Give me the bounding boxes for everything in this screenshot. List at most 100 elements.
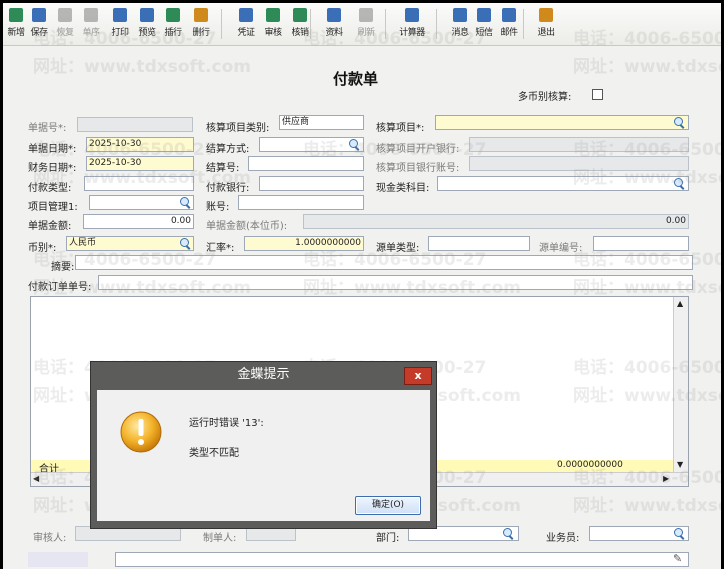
toolbar-button-label: 消息 <box>451 28 469 38</box>
toolbar-button-label: 打印 <box>111 28 129 38</box>
dept-label: 部门: <box>376 533 400 544</box>
source-no-label: 源单编号: <box>539 243 583 254</box>
summary-label: 摘要: <box>51 262 75 273</box>
toolbar-button-2[interactable]: 恢复 <box>52 6 78 42</box>
pay-bank-field[interactable] <box>259 176 364 191</box>
sms-icon <box>477 8 491 22</box>
dept-lookup-icon[interactable] <box>502 528 514 539</box>
toolbar-button-8[interactable]: 凭证 <box>233 6 259 42</box>
salesman-label: 业务员: <box>546 533 580 544</box>
acct-bank-field[interactable] <box>469 137 689 152</box>
toolbar-button-6[interactable]: 插行 <box>160 6 186 42</box>
vertical-scrollbar[interactable]: ▲ ▼ <box>673 297 688 472</box>
maker-label: 制单人: <box>203 533 237 544</box>
local-amount-field[interactable]: 0.00 <box>303 214 689 229</box>
page-title: 付款单 <box>333 70 379 88</box>
project-lookup-icon[interactable] <box>179 197 191 208</box>
edit-pencil-icon[interactable]: ✎ <box>673 552 682 565</box>
toolbar-button-13[interactable]: 计算器 <box>399 6 425 42</box>
source-type-field[interactable] <box>428 236 530 251</box>
dialog-close-button[interactable]: x <box>404 367 432 385</box>
exit-icon <box>539 8 553 22</box>
scroll-right-icon[interactable]: ▶ <box>663 474 669 484</box>
toolbar-separator <box>523 9 524 39</box>
pay-type-field[interactable] <box>84 176 194 191</box>
salesman-lookup-icon[interactable] <box>673 528 685 539</box>
save-icon <box>32 8 46 22</box>
acct-item-lookup-icon[interactable] <box>673 117 685 128</box>
memo-field[interactable] <box>115 552 689 567</box>
acct-cat-label: 核算项目类别: <box>206 123 270 134</box>
amount-label: 单据金额: <box>28 221 72 232</box>
doc-no-field[interactable] <box>77 117 193 132</box>
scroll-left-icon[interactable]: ◀ <box>33 474 39 484</box>
toolbar-separator <box>385 9 386 39</box>
toolbar-button-5[interactable]: 预览 <box>134 6 160 42</box>
toolbar-button-label: 资料 <box>325 28 343 38</box>
toolbar-button-17[interactable]: 退出 <box>533 6 559 42</box>
cash-subject-lookup-icon[interactable] <box>673 178 685 189</box>
order-no-field[interactable] <box>98 275 693 290</box>
scroll-down-icon[interactable]: ▼ <box>677 460 683 470</box>
scroll-up-icon[interactable]: ▲ <box>677 299 683 309</box>
currency-lookup-icon[interactable] <box>179 238 191 249</box>
settle-no-label: 结算号: <box>206 163 240 174</box>
toolbar-button-label: 插行 <box>164 28 182 38</box>
toolbar-button-12[interactable]: 刷新 <box>353 6 379 42</box>
toolbar-button-label: 预览 <box>138 28 156 38</box>
dialog-message: 运行时错误 '13': <box>189 418 264 429</box>
doc-no-label: 单据号*: <box>28 123 67 134</box>
dialog-detail: 类型不匹配 <box>189 448 239 459</box>
order-no-label: 付款订单单号: <box>28 282 92 293</box>
fin-date-field[interactable]: 2025-10-30 <box>86 156 194 171</box>
acct-cat-field[interactable]: 供应商 <box>279 115 364 130</box>
source-type-label: 源单类型: <box>376 243 420 254</box>
acct-bank-no-field[interactable] <box>469 156 689 171</box>
account-field[interactable] <box>238 195 364 210</box>
pay-type-label: 付款类型: <box>28 183 72 194</box>
toolbar-button-3[interactable]: 单序 <box>78 6 104 42</box>
delete-row-icon <box>194 8 208 22</box>
warning-icon <box>120 411 162 453</box>
amount-field[interactable]: 0.00 <box>83 214 194 229</box>
currency-label: 币别*: <box>28 243 57 254</box>
toolbar-separator <box>310 9 311 39</box>
toolbar-button-15[interactable]: 短信 <box>471 6 497 42</box>
toolbar-button-4[interactable]: 打印 <box>107 6 133 42</box>
auditor-label: 审核人: <box>33 533 67 544</box>
toolbar-button-label: 刷新 <box>357 28 375 38</box>
toolbar-button-label: 邮件 <box>500 28 518 38</box>
toolbar-button-7[interactable]: 删行 <box>188 6 214 42</box>
source-no-field[interactable] <box>593 236 689 251</box>
toolbar-button-1[interactable]: 保存 <box>26 6 52 42</box>
undo-icon <box>58 8 72 22</box>
toolbar-button-11[interactable]: 资料 <box>321 6 347 42</box>
toolbar-button-label: 计算器 <box>399 28 425 38</box>
cash-subject-field[interactable] <box>437 176 689 191</box>
watermark-site: 网址：www.tdxsoft.com <box>573 496 721 516</box>
currency-field[interactable]: 人民币 <box>66 236 194 251</box>
toolbar-button-9[interactable]: 审核 <box>260 6 286 42</box>
toolbar-button-16[interactable]: 邮件 <box>496 6 522 42</box>
summary-field[interactable] <box>75 255 693 270</box>
status-block <box>28 552 88 567</box>
account-label: 账号: <box>206 202 230 213</box>
dialog-ok-button[interactable]: 确定(O) <box>355 496 421 515</box>
multi-currency-checkbox[interactable] <box>592 89 603 100</box>
message-icon <box>453 8 467 22</box>
voucher-icon <box>239 8 253 22</box>
doc-date-label: 单据日期*: <box>28 144 77 155</box>
acct-bank-no-label: 核算项目银行账号: <box>376 163 460 174</box>
doc-date-field[interactable]: 2025-10-30 <box>86 137 194 152</box>
approve-icon <box>266 8 280 22</box>
acct-item-field[interactable] <box>435 115 689 130</box>
refresh-icon <box>359 8 373 22</box>
watermark-site: 网址：www.tdxsoft.com <box>33 57 251 77</box>
local-amount-label: 单据金额(本位币): <box>206 221 288 232</box>
toolbar-separator <box>221 9 222 39</box>
cash-subject-label: 现金类科目: <box>376 183 430 194</box>
toolbar-button-14[interactable]: 消息 <box>447 6 473 42</box>
settle-no-field[interactable] <box>248 156 364 171</box>
settle-method-lookup-icon[interactable] <box>348 139 360 150</box>
rate-field[interactable]: 1.0000000000 <box>244 236 364 251</box>
